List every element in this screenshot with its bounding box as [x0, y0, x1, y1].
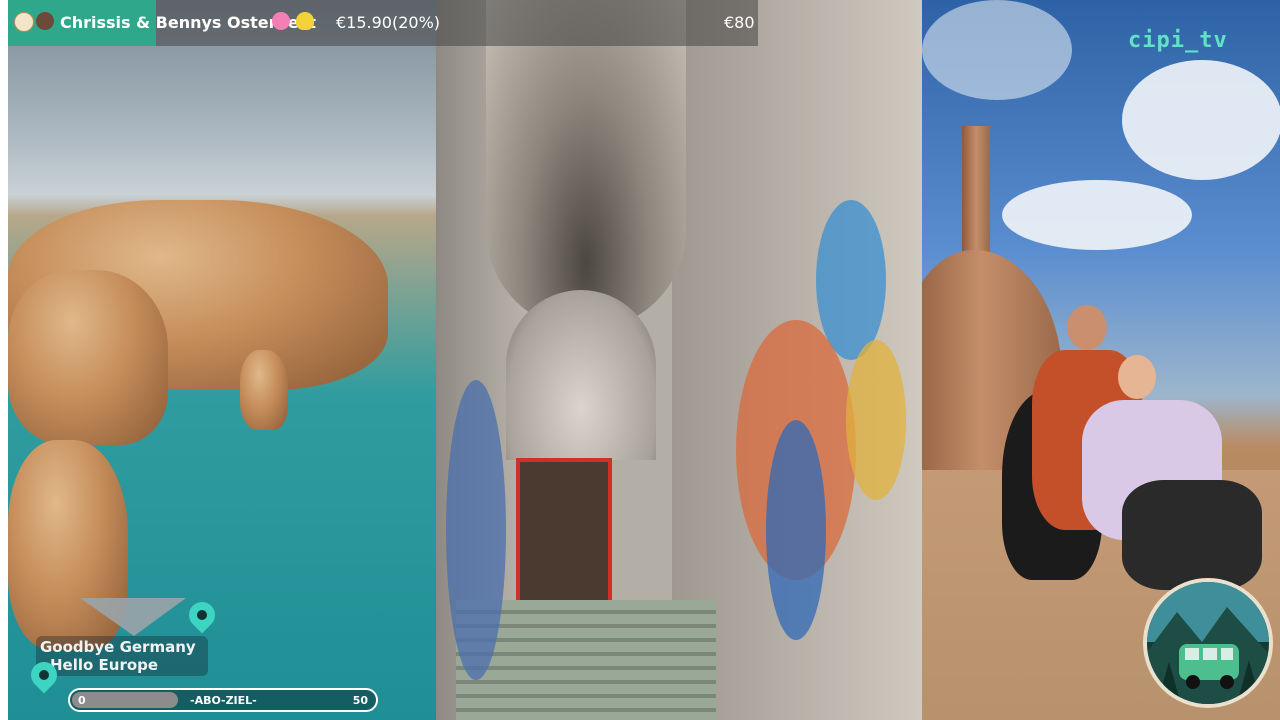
graffiti: [766, 420, 826, 640]
red-doorway: [516, 458, 612, 608]
woman-head: [1118, 355, 1156, 399]
progress-label: -ABO-ZIEL-: [190, 694, 257, 707]
progress-start: 0: [78, 694, 86, 707]
donation-goal-bar: Chrissis & Bennys Osternest €15.90(20%) …: [8, 0, 758, 46]
logo-line1: Goodbye Germany: [40, 638, 196, 656]
sea-stack-rock: [240, 350, 288, 430]
man-head: [1067, 305, 1107, 350]
cliff-rock: [8, 270, 168, 445]
graffiti: [816, 200, 886, 360]
logo-line2: Hello Europe: [50, 656, 159, 674]
woman-pants: [1122, 480, 1262, 590]
tunnel-vault: [486, 0, 686, 330]
cloud: [1122, 60, 1280, 180]
sub-goal-progress-bar: 0 -ABO-ZIEL- 50: [68, 688, 378, 712]
flower-icon: [272, 12, 290, 30]
channel-name: cipi_tv: [1128, 28, 1228, 53]
goal-current-amount: €15.90(20%): [336, 13, 441, 32]
tunnel-arch: [506, 290, 656, 460]
tunnel-photo-panel: [436, 0, 922, 720]
progress-end: 50: [352, 694, 368, 707]
graffiti: [846, 340, 906, 500]
graffiti: [446, 380, 506, 680]
heart-icon: [296, 12, 314, 30]
cloud: [922, 0, 1072, 100]
egg-icon: [14, 12, 34, 32]
dog-icon: [36, 12, 54, 30]
van-badge-icon: [1143, 578, 1273, 708]
goal-target-amount: €80: [724, 13, 755, 32]
progress-fill: [72, 692, 178, 708]
rock-spire: [962, 126, 990, 266]
cloud: [1002, 180, 1192, 250]
